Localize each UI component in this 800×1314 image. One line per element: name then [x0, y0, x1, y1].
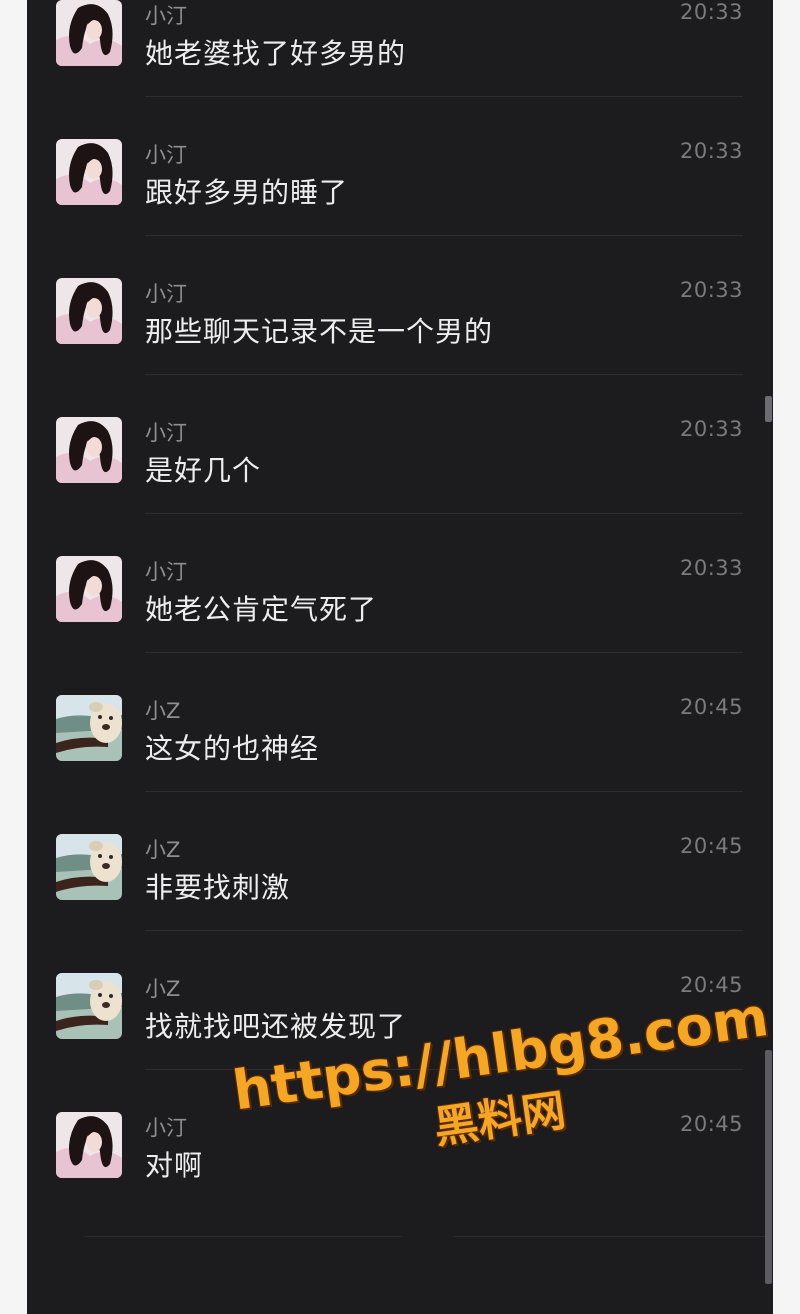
message-text: 她老婆找了好多男的 — [145, 37, 407, 70]
message-time: 20:33 — [679, 417, 743, 441]
message-time: 20:45 — [679, 834, 743, 858]
message-text: 是好几个 — [145, 454, 262, 487]
message-row[interactable]: 小Z 20:45 这女的也神经 — [27, 647, 773, 792]
sender-name: 小汀 — [145, 560, 187, 584]
message-row[interactable]: 小汀 20:33 那些聊天记录不是一个男的 — [27, 230, 773, 375]
message-time: 20:33 — [679, 139, 743, 163]
message-time: 20:45 — [679, 695, 743, 719]
sender-name: 小汀 — [145, 4, 187, 28]
girl-avatar[interactable] — [56, 278, 122, 344]
message-time: 20:33 — [679, 0, 743, 24]
girl-avatar[interactable] — [56, 1112, 122, 1178]
girl-avatar[interactable] — [56, 139, 122, 205]
sender-name: 小汀 — [145, 1116, 187, 1140]
sender-name: 小汀 — [145, 282, 187, 306]
message-row[interactable]: 小汀 20:33 她老婆找了好多男的 — [27, 0, 773, 97]
message-row[interactable]: 小汀 20:33 跟好多男的睡了 — [27, 91, 773, 236]
sender-name: 小Z — [145, 699, 181, 723]
message-time: 20:33 — [679, 278, 743, 302]
girl-avatar[interactable] — [56, 556, 122, 622]
message-text: 她老公肯定气死了 — [145, 593, 378, 626]
girl-avatar[interactable] — [56, 0, 122, 66]
message-text: 这女的也神经 — [145, 732, 320, 765]
plush-toy-avatar[interactable] — [56, 973, 122, 1039]
plush-toy-avatar[interactable] — [56, 695, 122, 761]
sender-name: 小Z — [145, 838, 181, 862]
message-time: 20:33 — [679, 556, 743, 580]
message-text: 那些聊天记录不是一个男的 — [145, 315, 494, 348]
sender-name: 小汀 — [145, 421, 187, 445]
scroll-marker — [765, 396, 772, 422]
message-text: 非要找刺激 — [145, 871, 291, 904]
message-row[interactable]: 小汀 20:33 她老公肯定气死了 — [27, 508, 773, 653]
message-row[interactable]: 小汀 20:33 是好几个 — [27, 369, 773, 514]
message-row[interactable]: 小Z 20:45 非要找刺激 — [27, 786, 773, 931]
sender-name: 小Z — [145, 977, 181, 1001]
bottom-divider-right — [453, 1236, 771, 1237]
sender-name: 小汀 — [145, 143, 187, 167]
plush-toy-avatar[interactable] — [56, 834, 122, 900]
girl-avatar[interactable] — [56, 417, 122, 483]
message-text: 对啊 — [145, 1149, 204, 1182]
message-text: 跟好多男的睡了 — [145, 176, 349, 209]
